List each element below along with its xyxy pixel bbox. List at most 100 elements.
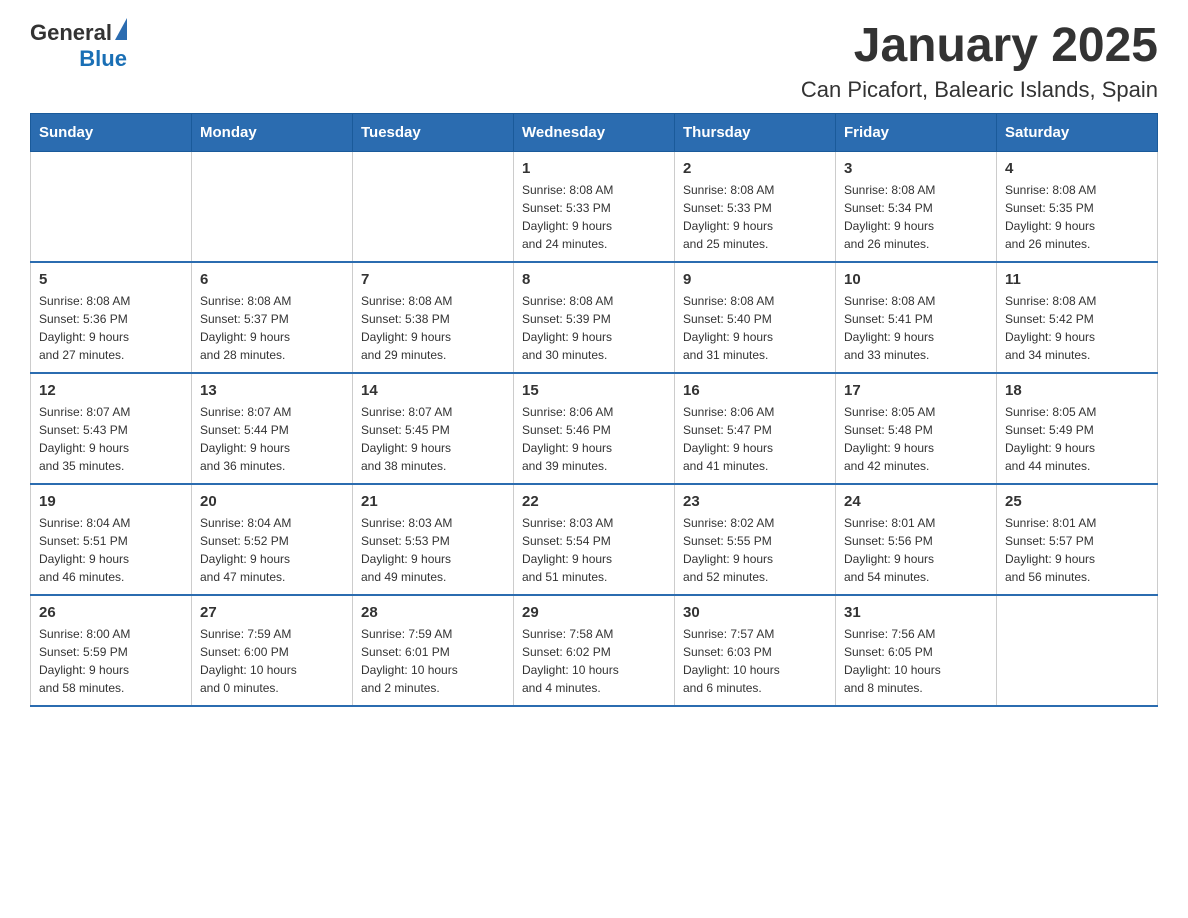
table-row: 27Sunrise: 7:59 AMSunset: 6:00 PMDayligh… xyxy=(192,595,353,706)
table-row: 30 Sunrise: 7:57 AMSunset: 6:03 PMDayligh… xyxy=(675,595,836,706)
day-number: 7 xyxy=(361,271,505,288)
table-row: 14Sunrise: 8:07 AMSunset: 5:45 PMDayligh… xyxy=(353,373,514,484)
day-info: Sunrise: 8:08 AMSunset: 5:33 PMDaylight:… xyxy=(522,181,666,253)
day-number: 2 xyxy=(683,160,827,177)
day-number: 16 xyxy=(683,382,827,399)
day-number: 13 xyxy=(200,382,344,399)
day-info: Sunrise: 8:03 AMSunset: 5:54 PMDaylight:… xyxy=(522,514,666,586)
table-row: 5Sunrise: 8:08 AMSunset: 5:36 PMDaylight… xyxy=(31,262,192,373)
day-number: 11 xyxy=(1005,271,1149,288)
day-info: Sunrise: 8:03 AMSunset: 5:53 PMDaylight:… xyxy=(361,514,505,586)
day-number: 3 xyxy=(844,160,988,177)
day-number: 10 xyxy=(844,271,988,288)
col-monday: Monday xyxy=(192,113,353,151)
day-info: Sunrise: 8:08 AMSunset: 5:34 PMDaylight:… xyxy=(844,181,988,253)
table-row: 20 Sunrise: 8:04 AMSunset: 5:52 PMDayligh… xyxy=(192,484,353,595)
calendar-week-4: 19 Sunrise: 8:04 AMSunset: 5:51 PMDayligh… xyxy=(31,484,1158,595)
header-row: Sunday Monday Tuesday Wednesday Thursday… xyxy=(31,113,1158,151)
day-info: Sunrise: 7:57 AMSunset: 6:03 PMDaylight:… xyxy=(683,625,827,697)
table-row: 24 Sunrise: 8:01 AMSunset: 5:56 PMDayligh… xyxy=(836,484,997,595)
day-number: 17 xyxy=(844,382,988,399)
day-number: 20 xyxy=(200,493,344,510)
calendar-week-1: 1 Sunrise: 8:08 AMSunset: 5:33 PMDaylight… xyxy=(31,151,1158,262)
col-saturday: Saturday xyxy=(997,113,1158,151)
table-row: 23 Sunrise: 8:02 AMSunset: 5:55 PMDayligh… xyxy=(675,484,836,595)
day-info: Sunrise: 8:08 AMSunset: 5:33 PMDaylight:… xyxy=(683,181,827,253)
day-number: 14 xyxy=(361,382,505,399)
col-thursday: Thursday xyxy=(675,113,836,151)
table-row: 16 Sunrise: 8:06 AMSunset: 5:47 PMDayligh… xyxy=(675,373,836,484)
table-row xyxy=(997,595,1158,706)
day-info: Sunrise: 8:01 AMSunset: 5:56 PMDaylight:… xyxy=(844,514,988,586)
day-info: Sunrise: 7:59 AMSunset: 6:00 PMDaylight:… xyxy=(200,625,344,697)
table-row: 3 Sunrise: 8:08 AMSunset: 5:34 PMDaylight… xyxy=(836,151,997,262)
day-info: Sunrise: 7:56 AMSunset: 6:05 PMDaylight:… xyxy=(844,625,988,697)
table-row xyxy=(353,151,514,262)
day-number: 23 xyxy=(683,493,827,510)
day-number: 1 xyxy=(522,160,666,177)
logo-general: General xyxy=(30,20,112,46)
day-info: Sunrise: 8:05 AMSunset: 5:48 PMDaylight:… xyxy=(844,403,988,475)
table-row: 7 Sunrise: 8:08 AMSunset: 5:38 PMDaylight… xyxy=(353,262,514,373)
logo-arrow-icon xyxy=(115,18,127,40)
day-info: Sunrise: 8:00 AMSunset: 5:59 PMDaylight:… xyxy=(39,625,183,697)
day-info: Sunrise: 8:07 AMSunset: 5:43 PMDaylight:… xyxy=(39,403,183,475)
table-row: 28Sunrise: 7:59 AMSunset: 6:01 PMDayligh… xyxy=(353,595,514,706)
day-info: Sunrise: 8:08 AMSunset: 5:36 PMDaylight:… xyxy=(39,292,183,364)
table-row: 15 Sunrise: 8:06 AMSunset: 5:46 PMDayligh… xyxy=(514,373,675,484)
table-row: 4Sunrise: 8:08 AMSunset: 5:35 PMDaylight… xyxy=(997,151,1158,262)
table-row: 25Sunrise: 8:01 AMSunset: 5:57 PMDayligh… xyxy=(997,484,1158,595)
day-info: Sunrise: 8:06 AMSunset: 5:47 PMDaylight:… xyxy=(683,403,827,475)
calendar-week-2: 5Sunrise: 8:08 AMSunset: 5:36 PMDaylight… xyxy=(31,262,1158,373)
col-wednesday: Wednesday xyxy=(514,113,675,151)
calendar-body: 1 Sunrise: 8:08 AMSunset: 5:33 PMDaylight… xyxy=(31,151,1158,706)
day-info: Sunrise: 8:08 AMSunset: 5:39 PMDaylight:… xyxy=(522,292,666,364)
day-info: Sunrise: 7:58 AMSunset: 6:02 PMDaylight:… xyxy=(522,625,666,697)
calendar-week-3: 12 Sunrise: 8:07 AMSunset: 5:43 PMDayligh… xyxy=(31,373,1158,484)
day-number: 18 xyxy=(1005,382,1149,399)
day-info: Sunrise: 8:08 AMSunset: 5:37 PMDaylight:… xyxy=(200,292,344,364)
table-row: 8Sunrise: 8:08 AMSunset: 5:39 PMDaylight… xyxy=(514,262,675,373)
day-info: Sunrise: 8:04 AMSunset: 5:51 PMDaylight:… xyxy=(39,514,183,586)
day-number: 12 xyxy=(39,382,183,399)
table-row: 31 Sunrise: 7:56 AMSunset: 6:05 PMDayligh… xyxy=(836,595,997,706)
table-row: 22 Sunrise: 8:03 AMSunset: 5:54 PMDayligh… xyxy=(514,484,675,595)
day-info: Sunrise: 8:08 AMSunset: 5:38 PMDaylight:… xyxy=(361,292,505,364)
day-info: Sunrise: 8:02 AMSunset: 5:55 PMDaylight:… xyxy=(683,514,827,586)
day-info: Sunrise: 8:08 AMSunset: 5:40 PMDaylight:… xyxy=(683,292,827,364)
table-row: 19 Sunrise: 8:04 AMSunset: 5:51 PMDayligh… xyxy=(31,484,192,595)
day-number: 19 xyxy=(39,493,183,510)
day-number: 6 xyxy=(200,271,344,288)
day-number: 30 xyxy=(683,604,827,621)
calendar-week-5: 26 Sunrise: 8:00 AMSunset: 5:59 PMDayligh… xyxy=(31,595,1158,706)
table-row: 29 Sunrise: 7:58 AMSunset: 6:02 PMDayligh… xyxy=(514,595,675,706)
day-info: Sunrise: 8:01 AMSunset: 5:57 PMDaylight:… xyxy=(1005,514,1149,586)
day-number: 28 xyxy=(361,604,505,621)
day-number: 15 xyxy=(522,382,666,399)
day-number: 29 xyxy=(522,604,666,621)
table-row: 1 Sunrise: 8:08 AMSunset: 5:33 PMDaylight… xyxy=(514,151,675,262)
day-info: Sunrise: 8:06 AMSunset: 5:46 PMDaylight:… xyxy=(522,403,666,475)
day-info: Sunrise: 8:08 AMSunset: 5:41 PMDaylight:… xyxy=(844,292,988,364)
title-block: January 2025 Can Picafort, Balearic Isla… xyxy=(801,20,1158,103)
day-info: Sunrise: 8:05 AMSunset: 5:49 PMDaylight:… xyxy=(1005,403,1149,475)
day-info: Sunrise: 8:04 AMSunset: 5:52 PMDaylight:… xyxy=(200,514,344,586)
day-number: 22 xyxy=(522,493,666,510)
table-row: 6 Sunrise: 8:08 AMSunset: 5:37 PMDaylight… xyxy=(192,262,353,373)
table-row xyxy=(192,151,353,262)
table-row: 12 Sunrise: 8:07 AMSunset: 5:43 PMDayligh… xyxy=(31,373,192,484)
page-subtitle: Can Picafort, Balearic Islands, Spain xyxy=(801,77,1158,103)
table-row: 9Sunrise: 8:08 AMSunset: 5:40 PMDaylight… xyxy=(675,262,836,373)
table-row: 17 Sunrise: 8:05 AMSunset: 5:48 PMDayligh… xyxy=(836,373,997,484)
page-title: January 2025 xyxy=(801,20,1158,73)
table-row: 21 Sunrise: 8:03 AMSunset: 5:53 PMDayligh… xyxy=(353,484,514,595)
day-number: 31 xyxy=(844,604,988,621)
day-number: 26 xyxy=(39,604,183,621)
day-number: 24 xyxy=(844,493,988,510)
table-row: 26 Sunrise: 8:00 AMSunset: 5:59 PMDayligh… xyxy=(31,595,192,706)
day-number: 21 xyxy=(361,493,505,510)
day-info: Sunrise: 8:07 AMSunset: 5:44 PMDaylight:… xyxy=(200,403,344,475)
col-tuesday: Tuesday xyxy=(353,113,514,151)
table-row: 18 Sunrise: 8:05 AMSunset: 5:49 PMDayligh… xyxy=(997,373,1158,484)
calendar-header: Sunday Monday Tuesday Wednesday Thursday… xyxy=(31,113,1158,151)
